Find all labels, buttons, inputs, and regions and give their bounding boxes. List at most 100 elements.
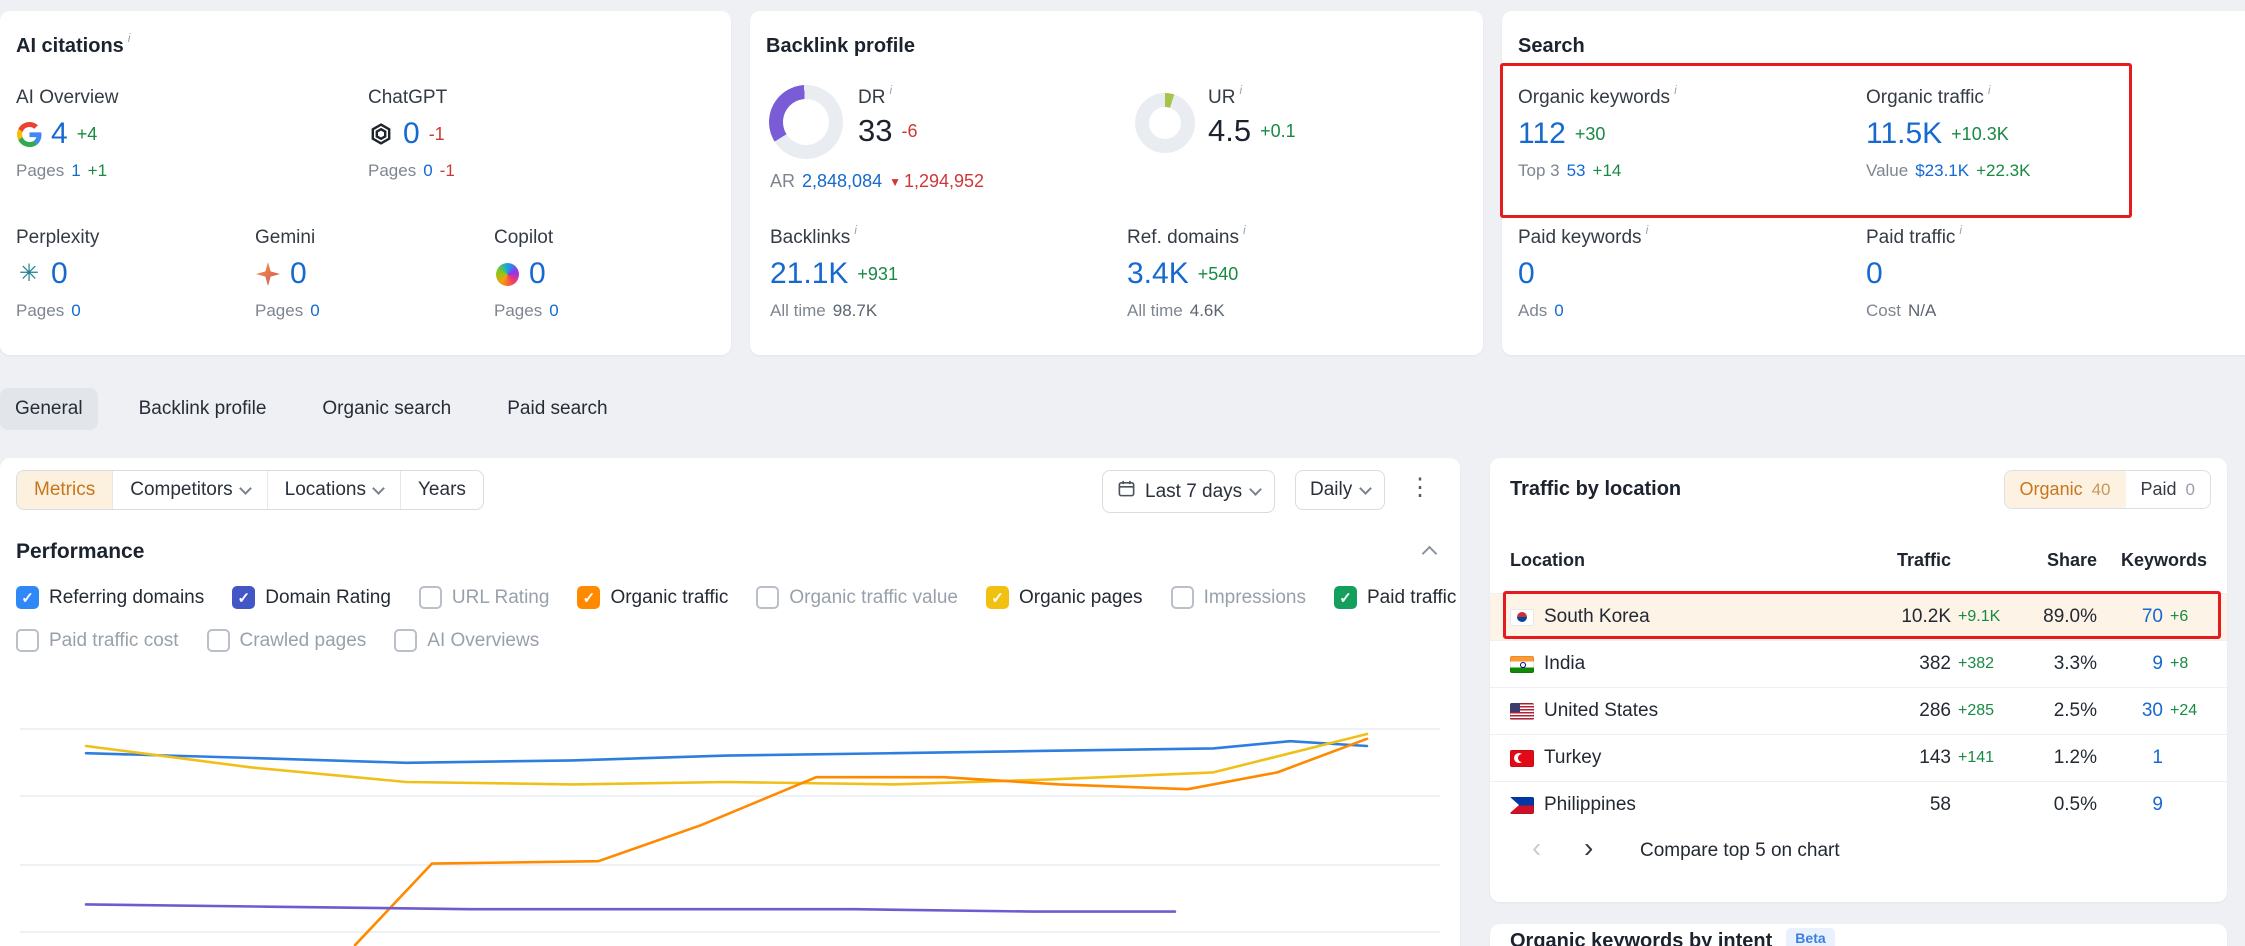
info-icon[interactable]: i <box>1988 83 1991 105</box>
toggle-paid[interactable]: Paid 0 <box>2126 471 2211 508</box>
info-icon[interactable]: i <box>1674 83 1677 105</box>
location-header-row: Location Traffic Share Keywords <box>1510 550 2207 571</box>
tab-backlink-profile[interactable]: Backlink profile <box>124 388 282 430</box>
metric-ref-domains: Ref. domainsi 3.4K+540 All time4.6K <box>1127 227 1246 321</box>
search-card: Search Organic keywordsi 112+30 Top 353+… <box>1502 11 2245 355</box>
tab-paid-search[interactable]: Paid search <box>492 388 622 430</box>
organic-keywords-by-intent-card: Organic keywords by intent Beta <box>1490 924 2227 946</box>
metric-perplexity: Perplexity ✳ 0 Pages0 <box>16 227 246 321</box>
info-icon[interactable]: i <box>889 83 892 105</box>
flag-turkey-icon <box>1510 750 1534 767</box>
triangle-down-icon: ▼ <box>889 176 901 188</box>
competitors-button[interactable]: Competitors <box>112 471 266 509</box>
organic-keywords-by-intent-title: Organic keywords by intent Beta <box>1510 930 1835 946</box>
info-icon[interactable]: i <box>1243 223 1246 245</box>
checkbox-icon <box>986 586 1009 609</box>
ur-donut <box>1135 93 1195 153</box>
chevron-down-icon <box>1249 483 1262 496</box>
checkbox-referring-domains[interactable]: Referring domains <box>16 586 204 609</box>
metric-value[interactable]: 0 <box>403 117 420 151</box>
table-row-united-states[interactable]: United States 286 +285 2.5% 30 +24 <box>1490 687 2227 734</box>
info-icon[interactable]: i <box>854 223 857 245</box>
checkbox-icon <box>756 586 779 609</box>
metric-value[interactable]: 0 <box>529 257 546 291</box>
metric-value[interactable]: 0 <box>51 257 68 291</box>
metric-organic-keywords: Organic keywordsi 112+30 Top 353+14 <box>1518 87 1677 181</box>
checkbox-icon <box>419 586 442 609</box>
report-tabs: General Backlink profile Organic search … <box>0 388 623 430</box>
prev-page-button[interactable]: ‹ <box>1532 834 1541 862</box>
backlink-profile-card: Backlink profile DRi 33 -6 AR 2,848,084 … <box>750 11 1483 355</box>
chevron-down-icon <box>372 482 385 495</box>
chatgpt-icon <box>368 121 394 147</box>
checkbox-organic-traffic[interactable]: Organic traffic <box>577 586 728 609</box>
metric-delta: +4 <box>77 124 98 145</box>
info-icon[interactable]: i <box>1239 83 1242 105</box>
checkbox-domain-rating[interactable]: Domain Rating <box>232 586 391 609</box>
info-icon[interactable]: i <box>128 31 131 54</box>
info-icon[interactable]: i <box>1646 223 1649 245</box>
checkbox-icon <box>232 586 255 609</box>
date-range-button[interactable]: Last 7 days <box>1102 470 1275 513</box>
ur-value: 4.5 <box>1208 113 1251 149</box>
flag-india-icon <box>1510 656 1534 673</box>
perplexity-icon: ✳ <box>16 261 42 287</box>
metric-delta: -1 <box>429 124 445 145</box>
tab-organic-search[interactable]: Organic search <box>307 388 466 430</box>
table-row-india[interactable]: India 382 +382 3.3% 9 +8 <box>1490 640 2227 687</box>
years-button[interactable]: Years <box>400 471 483 509</box>
metric-ar: AR 2,848,084 ▼ 1,294,952 <box>770 171 984 192</box>
checkbox-icon <box>577 586 600 609</box>
chevron-down-icon <box>239 482 252 495</box>
performance-panel: Metrics Competitors Locations Years Last… <box>0 458 1460 946</box>
checkbox-paid-traffic-cost[interactable]: Paid traffic cost <box>16 629 179 652</box>
checkbox-crawled-pages[interactable]: Crawled pages <box>207 629 367 652</box>
checkbox-icon <box>16 586 39 609</box>
table-row-south-korea[interactable]: South Korea 10.2K +9.1K 89.0% 70 +6 <box>1490 593 2227 640</box>
tab-general[interactable]: General <box>0 388 98 430</box>
kebab-menu-icon[interactable]: ⋮ <box>1408 476 1432 500</box>
metric-paid-keywords: Paid keywordsi 0 Ads0 <box>1518 227 1648 321</box>
collapse-chevron-icon[interactable] <box>1422 546 1438 562</box>
backlink-profile-title: Backlink profile <box>766 35 915 58</box>
copilot-icon <box>494 261 520 287</box>
google-icon <box>16 121 42 147</box>
info-icon[interactable]: i <box>1959 223 1962 245</box>
beta-badge: Beta <box>1786 928 1834 946</box>
metric-checkbox-row-2: Paid traffic cost Crawled pages AI Overv… <box>16 629 539 652</box>
next-page-button[interactable]: › <box>1584 834 1593 862</box>
metrics-button[interactable]: Metrics <box>17 471 112 509</box>
checkbox-icon <box>1171 586 1194 609</box>
checkbox-impressions[interactable]: Impressions <box>1171 586 1306 609</box>
checkbox-icon <box>1334 586 1357 609</box>
granularity-button[interactable]: Daily <box>1295 470 1385 510</box>
report-controls-group: Metrics Competitors Locations Years <box>16 470 484 510</box>
metric-backlinks: Backlinksi 21.1K+931 All time98.7K <box>770 227 898 321</box>
metric-value[interactable]: 0 <box>290 257 307 291</box>
metric-gemini: Gemini 0 Pages0 <box>255 227 485 321</box>
table-row-philippines[interactable]: Philippines 58 0.5% 9 <box>1490 781 2227 828</box>
checkbox-url-rating[interactable]: URL Rating <box>419 586 550 609</box>
checkbox-organic-traffic-value[interactable]: Organic traffic value <box>756 586 958 609</box>
search-title: Search <box>1518 35 1585 58</box>
dr-donut <box>769 85 843 159</box>
traffic-by-location-title: Traffic by location <box>1510 478 1681 501</box>
organic-paid-toggle: Organic 40 Paid 0 <box>2004 470 2211 509</box>
metric-ur: URi 4.5 +0.1 <box>1208 87 1296 149</box>
locations-button[interactable]: Locations <box>267 471 400 509</box>
metric-ai-overview: AI Overview 4 +4 Pages1+1 <box>16 87 246 181</box>
toggle-organic[interactable]: Organic 40 <box>2005 471 2126 508</box>
flag-philippines-icon <box>1510 797 1534 814</box>
checkbox-ai-overviews[interactable]: AI Overviews <box>394 629 539 652</box>
metric-value[interactable]: 4 <box>51 117 68 151</box>
metric-organic-traffic: Organic traffici 11.5K+10.3K Value$23.1K… <box>1866 87 2030 181</box>
table-row-turkey[interactable]: Turkey 143 +141 1.2% 1 <box>1490 734 2227 781</box>
compare-top5-link[interactable]: Compare top 5 on chart <box>1640 840 1840 862</box>
dr-value: 33 <box>858 113 892 149</box>
metric-copilot: Copilot 0 Pages0 <box>494 227 724 321</box>
ai-citations-title: AI citationsi <box>16 35 130 58</box>
metric-paid-traffic: Paid traffici 0 CostN/A <box>1866 227 1962 321</box>
checkbox-organic-pages[interactable]: Organic pages <box>986 586 1143 609</box>
performance-chart[interactable] <box>14 694 1446 946</box>
checkbox-paid-traffic[interactable]: Paid traffic <box>1334 586 1456 609</box>
